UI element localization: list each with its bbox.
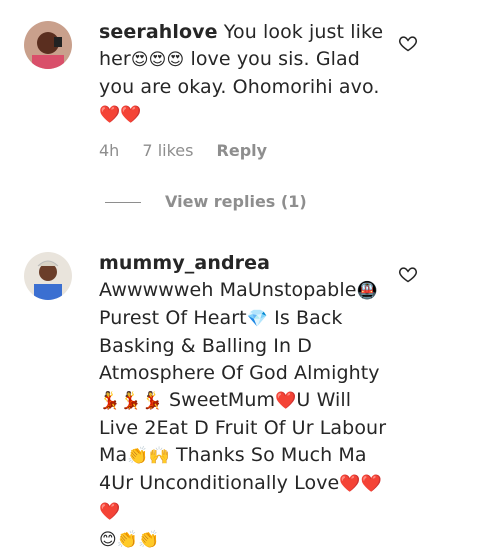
heart-icon[interactable]: [398, 33, 418, 53]
avatar[interactable]: [24, 21, 72, 69]
comment-username[interactable]: mummy_andrea: [99, 252, 270, 274]
avatar-image: [24, 21, 72, 69]
comment-time: 4h: [99, 141, 120, 160]
view-replies-label[interactable]: View replies (1): [165, 192, 307, 211]
emoji: 😍😍😍: [130, 50, 185, 70]
avatar[interactable]: [24, 252, 72, 300]
emoji: ❤️❤️: [99, 105, 142, 125]
comment-text: mummy_andrea Awwwwweh MaUnstopable🚇 Pure…: [99, 250, 389, 554]
reply-button[interactable]: Reply: [217, 141, 268, 160]
emoji: 😊👏👏: [99, 530, 160, 550]
comment-body: SweetMum: [168, 389, 276, 411]
view-replies-button[interactable]: View replies (1): [105, 192, 307, 211]
emoji: 🚇: [356, 281, 378, 301]
emoji: ❤️: [275, 391, 297, 411]
emoji: 💃💃💃: [99, 391, 163, 411]
comment-text: seerahlove You look just like her😍😍😍 lov…: [99, 19, 399, 129]
comment-username[interactable]: seerahlove: [99, 21, 218, 43]
comment-body: Awwwwweh MaUnstopable: [99, 279, 357, 301]
avatar-image: [24, 252, 72, 300]
comment-meta: 4h 7 likes Reply: [99, 141, 285, 160]
emoji: 💎: [246, 309, 268, 329]
divider-line: [105, 202, 141, 203]
comment-body: Purest Of Heart: [99, 307, 247, 329]
emoji: 👏🙌: [127, 446, 170, 466]
heart-icon[interactable]: [398, 264, 418, 284]
comment-likes[interactable]: 7 likes: [142, 141, 193, 160]
